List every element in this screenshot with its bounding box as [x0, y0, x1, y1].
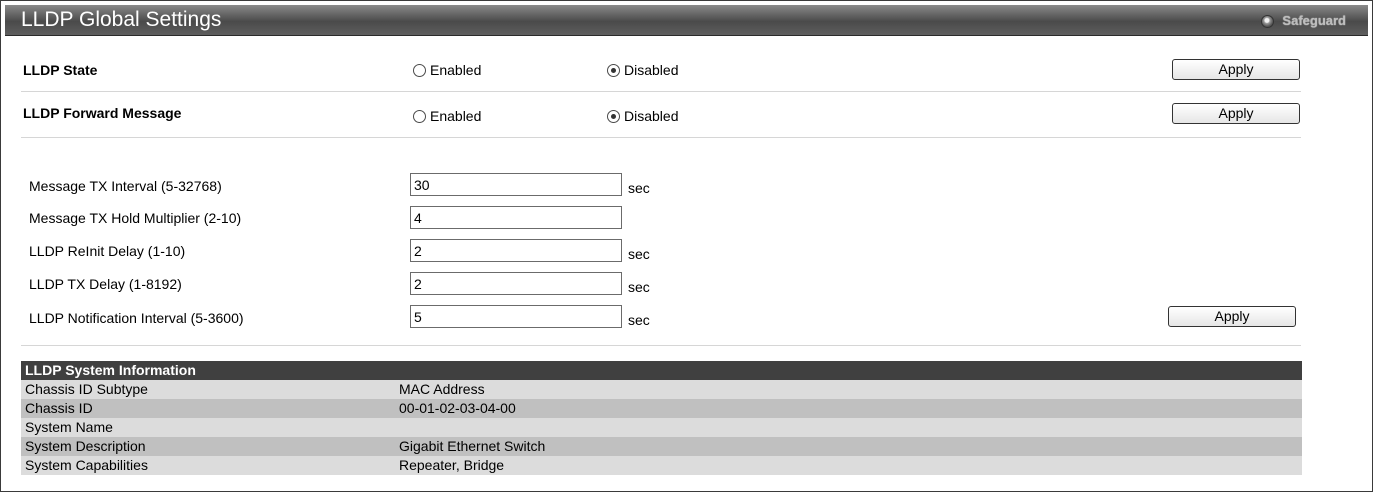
reinit-delay-label: LLDP ReInit Delay (1-10): [29, 243, 186, 259]
lldp-state-disabled-label: Disabled: [624, 62, 679, 78]
tx-interval-label: Message TX Interval (5-32768): [29, 178, 222, 194]
tx-interval-input[interactable]: [410, 173, 622, 196]
forward-message-enabled-option[interactable]: Enabled: [413, 108, 481, 124]
lldp-state-enabled-option[interactable]: Enabled: [413, 62, 481, 78]
table-row: Chassis ID 00-01-02-03-04-00: [21, 399, 1302, 418]
system-info-table: LLDP System Information Chassis ID Subty…: [21, 361, 1302, 475]
hold-multiplier-label: Message TX Hold Multiplier (2-10): [29, 210, 242, 226]
hold-multiplier-input[interactable]: [410, 206, 622, 229]
title-bar: LLDP Global Settings Safeguard: [5, 5, 1368, 36]
forward-message-label: LLDP Forward Message: [23, 105, 182, 121]
table-row: System Name: [21, 418, 1302, 437]
forward-message-disabled-label: Disabled: [624, 108, 679, 124]
lldp-state-disabled-radio[interactable]: [607, 63, 620, 77]
main-panel: LLDP Global Settings Safeguard LLDP Stat…: [0, 0, 1373, 492]
info-value: Repeater, Bridge: [399, 457, 505, 473]
forward-message-disabled-radio[interactable]: [607, 109, 620, 123]
reinit-delay-input[interactable]: [410, 239, 622, 262]
info-value: MAC Address: [399, 381, 485, 397]
lldp-state-enabled-label: Enabled: [430, 62, 482, 78]
safeguard-status-icon: [1261, 14, 1275, 28]
divider: [21, 137, 1301, 138]
tx-delay-input[interactable]: [410, 272, 622, 295]
lldp-state-enabled-radio[interactable]: [413, 63, 426, 77]
safeguard-label: Safeguard: [1282, 13, 1346, 28]
table-row: Chassis ID Subtype MAC Address: [21, 380, 1302, 399]
info-value: [399, 418, 1302, 437]
info-key: System Capabilities: [25, 457, 148, 473]
info-key: System Name: [25, 419, 113, 435]
reinit-delay-unit: sec: [628, 246, 650, 262]
forward-message-disabled-option[interactable]: Disabled: [607, 108, 678, 124]
forward-message-apply-button[interactable]: Apply: [1172, 103, 1300, 124]
notification-interval-input[interactable]: [410, 305, 622, 328]
table-row: System Description Gigabit Ethernet Swit…: [21, 437, 1302, 456]
notification-interval-unit: sec: [628, 312, 650, 328]
info-key: Chassis ID: [25, 400, 93, 416]
info-key: System Description: [25, 438, 146, 454]
lldp-state-disabled-option[interactable]: Disabled: [607, 62, 678, 78]
lldp-state-label: LLDP State: [23, 62, 98, 78]
params-apply-button[interactable]: Apply: [1168, 306, 1296, 327]
forward-message-enabled-radio[interactable]: [413, 109, 426, 123]
tx-delay-label: LLDP TX Delay (1-8192): [29, 276, 182, 292]
notification-interval-label: LLDP Notification Interval (5-3600): [29, 310, 244, 326]
lldp-state-apply-button[interactable]: Apply: [1172, 59, 1300, 80]
info-value: Gigabit Ethernet Switch: [399, 438, 546, 454]
page-title: LLDP Global Settings: [21, 8, 222, 31]
forward-message-enabled-label: Enabled: [430, 108, 482, 124]
tx-delay-unit: sec: [628, 279, 650, 295]
table-row: System Capabilities Repeater, Bridge: [21, 456, 1302, 475]
system-info-header: LLDP System Information: [21, 361, 1302, 380]
divider: [21, 91, 1301, 92]
safeguard-indicator[interactable]: Safeguard: [1261, 13, 1346, 29]
divider: [21, 345, 1301, 346]
info-value: 00-01-02-03-04-00: [399, 400, 516, 416]
tx-interval-unit: sec: [628, 180, 650, 196]
info-key: Chassis ID Subtype: [25, 381, 148, 397]
